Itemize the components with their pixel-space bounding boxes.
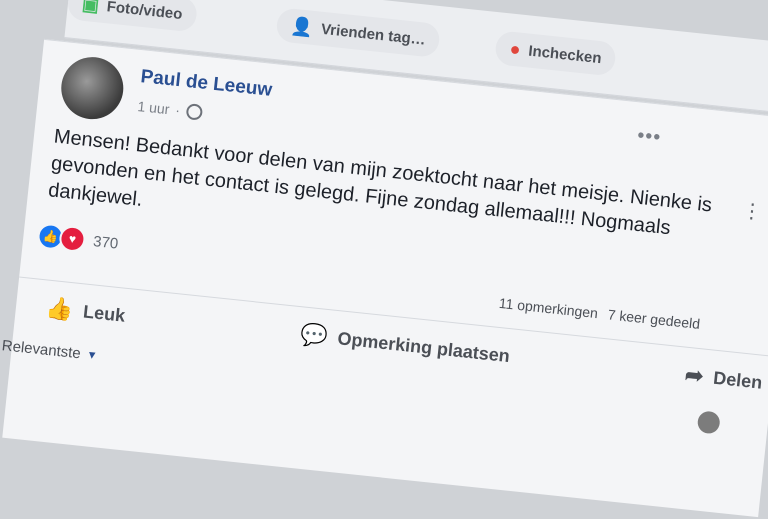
like-label: Leuk	[82, 300, 127, 326]
love-reaction-icon: ♥	[58, 224, 87, 254]
comments-count[interactable]: 11 opmerkingen	[498, 295, 599, 321]
tag-friends-button[interactable]: 👤 Vrienden tag…	[275, 7, 442, 59]
photo-icon: ▣	[81, 0, 101, 15]
checkin-button[interactable]: ● Inchecken	[494, 30, 618, 77]
thumbs-up-icon: 👍	[44, 294, 75, 323]
post-meta: 1 uur ·	[137, 98, 203, 121]
comment-button[interactable]: 💬 Opmerking plaatsen	[299, 321, 511, 369]
more-options-icon[interactable]: •••	[636, 124, 662, 149]
share-arrow-icon: ➦	[683, 361, 705, 389]
commenter-avatar[interactable]	[696, 410, 721, 435]
share-label: Delen	[712, 367, 764, 393]
photo-video-label: Foto/video	[106, 0, 184, 23]
comment-label: Opmerking plaatsen	[336, 327, 511, 366]
user-icon: 👤	[289, 15, 315, 38]
reaction-count: 370	[92, 232, 120, 253]
author-name[interactable]: Paul de Leeuw	[140, 66, 273, 102]
post-time[interactable]: 1 uur	[137, 98, 170, 117]
photo-video-button[interactable]: ▣ Foto/video	[66, 0, 199, 33]
reaction-summary[interactable]: 👍 ♥ 370	[36, 222, 119, 256]
engagement-counts: 11 opmerkingen 7 keer gedeeld	[498, 295, 701, 332]
shares-count[interactable]: 7 keer gedeeld	[607, 306, 701, 332]
post-actions: 👍 Leuk 💬 Opmerking plaatsen ➦ Delen	[44, 288, 764, 403]
location-pin-icon: ●	[508, 38, 522, 60]
sort-label: Relevantste	[0, 337, 82, 363]
like-button[interactable]: 👍 Leuk	[45, 295, 127, 329]
post-card: Paul de Leeuw 1 uur · ••• ⋮ Mensen! Beda…	[1, 38, 768, 518]
checkin-label: Inchecken	[527, 42, 603, 67]
chevron-down-icon: ▼	[86, 348, 99, 362]
globe-icon[interactable]	[185, 103, 203, 121]
comment-sort-dropdown[interactable]: Relevantste ▼	[1, 337, 98, 364]
share-button[interactable]: ➦ Delen	[684, 362, 764, 396]
speech-bubble-icon: 💬	[299, 321, 330, 350]
time-separator: ·	[174, 101, 181, 119]
tag-friends-label: Vrienden tag…	[320, 20, 427, 49]
screen: ▣ Foto/video 👤 Vrienden tag… ● Inchecken…	[0, 0, 768, 518]
avatar[interactable]	[58, 54, 127, 123]
